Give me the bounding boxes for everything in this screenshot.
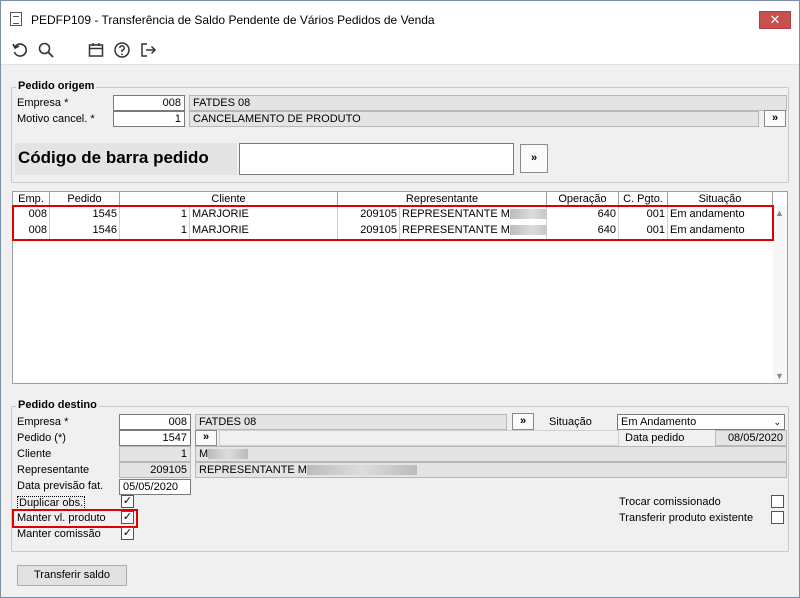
highlight-manter-vl-produto	[12, 509, 138, 528]
trocar-comissionado-label: Trocar comissionado	[619, 496, 721, 508]
exit-icon[interactable]	[139, 41, 157, 59]
destino-pedido-search-button[interactable]: »	[195, 430, 217, 446]
situacao-select[interactable]: Em Andamento ⌄	[617, 414, 785, 430]
situacao-select-value: Em Andamento	[621, 416, 697, 428]
grid-header: Emp. Pedido Cliente Representante Operaç…	[13, 192, 773, 206]
manter-comissao-label: Manter comissão	[17, 528, 101, 540]
origem-empresa-label: Empresa *	[17, 97, 69, 109]
chevron-down-icon: ⌄	[773, 417, 781, 427]
toolbar	[1, 35, 799, 65]
destino-pedido-label: Pedido (*)	[17, 432, 66, 444]
undo-icon[interactable]	[11, 41, 29, 59]
origem-motivo-code-field[interactable]: 1	[113, 111, 185, 127]
pedido-origem-legend: Pedido origem	[16, 80, 97, 92]
destino-empresa-search-button[interactable]: »	[512, 413, 534, 430]
manter-comissao-checkbox[interactable]: ✓	[121, 527, 134, 540]
barcode-search-button[interactable]: »	[520, 144, 548, 173]
redacted-block	[208, 449, 249, 460]
col-header-cpgto[interactable]: C. Pgto.	[619, 192, 668, 205]
redacted-block	[306, 465, 417, 476]
col-header-representante[interactable]: Representante	[338, 192, 547, 205]
destino-empresa-name-field: FATDES 08	[195, 414, 507, 430]
col-header-emp[interactable]: Emp.	[13, 192, 50, 205]
cliente-name-text: M	[199, 448, 209, 460]
destino-pedido-field[interactable]: 1547	[119, 430, 191, 446]
window-title: PEDFP109 - Transferência de Saldo Penden…	[31, 13, 435, 27]
col-header-pedido[interactable]: Pedido	[50, 192, 120, 205]
help-icon[interactable]	[113, 41, 131, 59]
scroll-up-icon[interactable]: ▲	[775, 208, 784, 218]
representante-name-text: REPRESENTANTE M	[199, 464, 307, 476]
trocar-comissionado-checkbox[interactable]	[771, 495, 784, 508]
duplicar-obs-label[interactable]: Duplicar obs.	[17, 496, 86, 510]
destino-cliente-name-field: M	[195, 446, 787, 462]
pedido-destino-legend: Pedido destino	[16, 399, 99, 411]
close-button[interactable]: ✕	[759, 11, 791, 29]
destino-pedido-spacer	[219, 430, 619, 446]
destino-cliente-label: Cliente	[17, 448, 52, 460]
transferir-produto-label: Transferir produto existente	[619, 512, 754, 524]
destino-representante-label: Representante	[17, 464, 90, 476]
destino-representante-code-field: 209105	[119, 462, 191, 478]
origem-motivo-name-field: CANCELAMENTO DE PRODUTO	[189, 111, 759, 127]
calendar-icon[interactable]	[87, 41, 105, 59]
transferir-saldo-button[interactable]: Transferir saldo	[17, 565, 127, 586]
barcode-input[interactable]	[239, 143, 514, 175]
highlight-grid-rows	[12, 205, 774, 241]
origem-empresa-code-field[interactable]: 008	[113, 95, 185, 111]
previsao-date-field[interactable]: 05/05/2020	[119, 479, 191, 495]
destino-representante-name-field: REPRESENTANTE M	[195, 462, 787, 478]
destino-cliente-code-field: 1	[119, 446, 191, 462]
col-header-operacao[interactable]: Operação	[547, 192, 619, 205]
title-bar: PEDFP109 - Transferência de Saldo Penden…	[1, 1, 799, 35]
motivo-search-button[interactable]: »	[764, 110, 786, 127]
data-pedido-field: 08/05/2020	[715, 430, 787, 446]
previsao-label: Data previsão fat.	[17, 480, 104, 492]
barcode-label: Código de barra pedido	[15, 143, 237, 175]
col-header-cliente[interactable]: Cliente	[120, 192, 338, 205]
grid-scrollbar[interactable]: ▲ ▼	[773, 206, 787, 383]
transferir-produto-checkbox[interactable]	[771, 511, 784, 524]
main-window: PEDFP109 - Transferência de Saldo Penden…	[0, 0, 800, 598]
duplicar-obs-checkbox[interactable]: ✓	[121, 495, 134, 508]
search-icon[interactable]	[37, 41, 55, 59]
destino-empresa-code-field[interactable]: 008	[119, 414, 191, 430]
origem-empresa-name-field: FATDES 08	[189, 95, 787, 111]
origem-motivo-label: Motivo cancel. *	[17, 113, 95, 125]
scroll-down-icon[interactable]: ▼	[775, 371, 784, 381]
destino-empresa-label: Empresa *	[17, 416, 69, 428]
col-header-situacao[interactable]: Situação	[668, 192, 773, 205]
document-icon	[10, 12, 22, 26]
situacao-label: Situação	[549, 416, 592, 428]
data-pedido-label: Data pedido	[625, 432, 685, 444]
